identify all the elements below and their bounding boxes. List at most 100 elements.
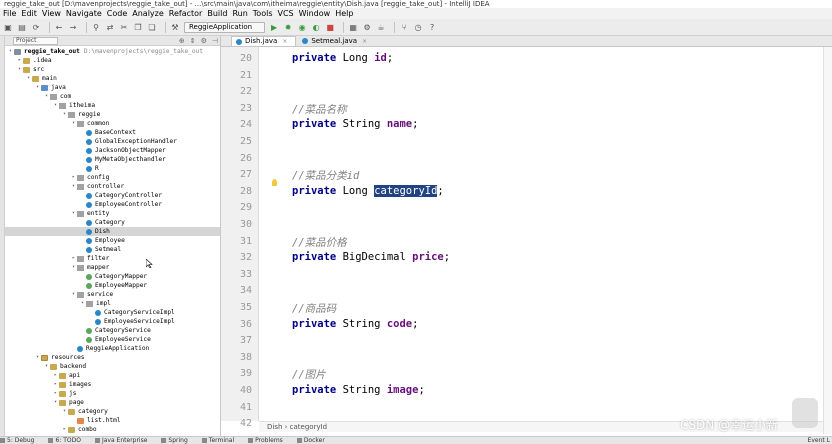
tool-window-6-todo[interactable]: 6: TODO	[48, 437, 81, 444]
tree-item-controller[interactable]: ▾ controller	[5, 182, 220, 191]
tree-item-com[interactable]: ▾ com	[5, 92, 220, 101]
tree-item-filter[interactable]: ▸ filter	[5, 254, 220, 263]
menu-tools[interactable]: Tools	[250, 8, 275, 19]
close-tab-icon[interactable]: ×	[362, 37, 367, 46]
tree-item-backend[interactable]: ▾ backend	[5, 362, 220, 371]
expanded-arrow-icon[interactable]: ▾	[70, 263, 77, 272]
menu-vcs[interactable]: VCS	[275, 8, 296, 19]
expanded-arrow-icon[interactable]: ▾	[7, 47, 14, 56]
menu-analyze[interactable]: Analyze	[129, 8, 166, 19]
tree-item-impl[interactable]: ▾ impl	[5, 299, 220, 308]
menu-refactor[interactable]: Refactor	[166, 8, 205, 19]
collapsed-arrow-icon[interactable]: ▸	[52, 371, 59, 380]
expanded-arrow-icon[interactable]: ▾	[34, 83, 41, 92]
tree-item-js[interactable]: ▸ js	[5, 389, 220, 398]
tree-item-categoryserviceimpl[interactable]: CategoryServiceImpl	[5, 308, 220, 317]
expanded-arrow-icon[interactable]: ▾	[43, 92, 50, 101]
code-line[interactable]: private BigDecimal price;	[292, 251, 450, 263]
gear-icon[interactable]: ⚙	[201, 37, 207, 45]
stop-icon[interactable]: ■	[325, 22, 335, 32]
expanded-arrow-icon[interactable]: ▾	[52, 101, 59, 110]
tree-item-employeecontroller[interactable]: EmployeeController	[5, 200, 220, 209]
close-tab-icon[interactable]: ×	[282, 37, 287, 46]
tree-item-reggieapplication[interactable]: ReggieApplication	[5, 344, 220, 353]
expanded-arrow-icon[interactable]: ▾	[61, 110, 68, 119]
tree-item-entity[interactable]: ▾ entity	[5, 209, 220, 218]
project-view-select[interactable]: Project	[13, 36, 58, 45]
save-all-icon[interactable]: ▤	[17, 22, 27, 32]
collapsed-arrow-icon[interactable]: ▸	[52, 380, 59, 389]
tree-item-globalexceptionhandler[interactable]: GlobalExceptionHandler	[5, 137, 220, 146]
tree-item-itheima[interactable]: ▾ itheima	[5, 101, 220, 110]
tree-item-dish[interactable]: Dish	[5, 227, 220, 236]
replace-icon[interactable]: ⇄	[105, 22, 115, 32]
tree-item-reggie-take-out[interactable]: ▾ reggie_take_out D:\mavenprojects\reggie_…	[5, 47, 220, 56]
collapsed-arrow-icon[interactable]: ▸	[61, 425, 68, 434]
tree-item-jacksonobjectmapper[interactable]: JacksonObjectMapper	[5, 146, 220, 155]
tree-item-idea[interactable]: ▸ .idea	[5, 56, 220, 65]
tree-item-r[interactable]: R	[5, 164, 220, 173]
tree-item-categoryservice[interactable]: CategoryService	[5, 326, 220, 335]
help-icon[interactable]: ?	[427, 22, 437, 32]
menu-build[interactable]: Build	[204, 8, 229, 19]
run-configuration-select[interactable]: ReggieApplication	[184, 21, 266, 33]
expanded-arrow-icon[interactable]: ▾	[70, 119, 77, 128]
tool-window-terminal[interactable]: Terminal	[201, 437, 234, 444]
settings-icon[interactable]: ⚙	[362, 22, 372, 32]
tab-dish-java[interactable]: Dish.java ×	[231, 36, 297, 46]
project-structure-icon[interactable]: ▦	[348, 22, 358, 32]
menu-code[interactable]: Code	[104, 8, 129, 19]
tool-window-problems[interactable]: Problems	[248, 437, 283, 444]
tree-item-api[interactable]: ▸ api	[5, 371, 220, 380]
code-line[interactable]: private Long categoryId;	[292, 184, 444, 197]
menu-edit[interactable]: Edit	[18, 8, 39, 19]
expanded-arrow-icon[interactable]: ▾	[79, 299, 86, 308]
tab-setmeal-java[interactable]: Setmeal.java ×	[298, 36, 375, 46]
expanded-arrow-icon[interactable]: ▾	[52, 398, 59, 407]
expanded-arrow-icon[interactable]: ▾	[61, 407, 68, 416]
menu-run[interactable]: Run	[229, 8, 249, 19]
menu-view[interactable]: View	[39, 8, 63, 19]
code-line[interactable]: //商品码	[292, 301, 336, 316]
menu-navigate[interactable]: Navigate	[63, 8, 104, 19]
tool-window-5-debug[interactable]: 5: Debug	[0, 437, 34, 444]
code-line[interactable]: //图片	[292, 367, 326, 382]
profile-icon[interactable]: ◐	[311, 22, 321, 32]
code-line[interactable]: //菜品价格	[292, 235, 347, 250]
debug-icon[interactable]: ✹	[283, 22, 293, 32]
coverage-icon[interactable]: ◉	[297, 22, 307, 32]
tool-window-java-enterprise[interactable]: Java Enterprise	[94, 437, 147, 444]
tree-item-service[interactable]: ▾ service	[5, 290, 220, 299]
menu-window[interactable]: Window	[296, 8, 333, 19]
expanded-arrow-icon[interactable]: ▾	[16, 65, 23, 74]
expanded-arrow-icon[interactable]: ▾	[25, 74, 32, 83]
open-folder-icon[interactable]: ▣	[3, 22, 13, 32]
find-icon[interactable]: ⚲	[91, 22, 101, 32]
sdk-icon[interactable]: ☕	[376, 22, 386, 32]
forward-icon[interactable]: →	[68, 22, 78, 32]
locate-icon[interactable]: ⊕	[179, 37, 185, 45]
collapsed-arrow-icon[interactable]: ▸	[16, 56, 23, 65]
tree-item-employee[interactable]: Employee	[5, 236, 220, 245]
code-line[interactable]: private Long id;	[292, 52, 393, 64]
run-icon[interactable]: ▶	[269, 22, 279, 32]
hide-icon[interactable]: ⊣	[212, 37, 218, 45]
tool-window-spring[interactable]: Spring	[161, 437, 188, 444]
tree-item-config[interactable]: ▸ config	[5, 173, 220, 182]
tree-item-common[interactable]: ▾ common	[5, 119, 220, 128]
tree-item-mapper[interactable]: ▾ mapper	[5, 263, 220, 272]
tree-item-category[interactable]: ▾ category	[5, 407, 220, 416]
expanded-arrow-icon[interactable]: ▾	[70, 290, 77, 299]
tree-item-main[interactable]: ▾ main	[5, 74, 220, 83]
menu-file[interactable]: File	[0, 8, 18, 19]
event-log-button[interactable]: Event L	[808, 437, 832, 444]
tree-item-java[interactable]: ▾ java	[5, 83, 220, 92]
tree-item-setmeal[interactable]: Setmeal	[5, 245, 220, 254]
tree-item-employeeserviceimpl[interactable]: EmployeeServiceImpl	[5, 317, 220, 326]
tree-item-employeeservice[interactable]: EmployeeService	[5, 335, 220, 344]
collapsed-arrow-icon[interactable]: ▸	[52, 389, 59, 398]
code-line[interactable]: private String image;	[292, 384, 425, 396]
expanded-arrow-icon[interactable]: ▾	[43, 362, 50, 371]
expanded-arrow-icon[interactable]: ▾	[34, 353, 41, 362]
code-line[interactable]: //菜品名称	[292, 102, 347, 117]
